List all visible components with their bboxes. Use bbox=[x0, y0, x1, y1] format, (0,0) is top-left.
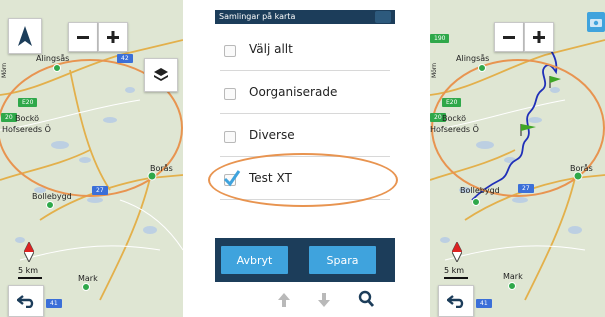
divider bbox=[220, 113, 390, 114]
list-item-label: Välj allt bbox=[249, 42, 293, 56]
scale-bar bbox=[444, 277, 468, 279]
divider bbox=[220, 70, 390, 71]
compass-icon[interactable] bbox=[452, 242, 462, 262]
back-button[interactable] bbox=[8, 285, 44, 317]
left-map-panel[interactable]: 42 E20 20 27 41 Alingsås Bockö Hofsereds… bbox=[0, 0, 183, 317]
save-button[interactable]: Spara bbox=[309, 246, 376, 274]
back-icon bbox=[447, 295, 464, 308]
arrow-up-icon[interactable] bbox=[277, 292, 291, 308]
list-item-label: Oorganiserade bbox=[249, 85, 338, 99]
highlight-ellipse-dialog bbox=[208, 153, 398, 207]
compass-icon[interactable] bbox=[24, 242, 34, 262]
search-icon[interactable] bbox=[358, 290, 374, 308]
map-scale: 5 km bbox=[18, 266, 39, 275]
scale-bar bbox=[18, 277, 42, 279]
checkbox[interactable] bbox=[224, 88, 236, 100]
right-map-panel[interactable]: 190 E20 20 27 41 Alingsås Bockö Hofsered… bbox=[430, 0, 605, 317]
map-scale: 5 km bbox=[444, 266, 465, 275]
cancel-button[interactable]: Avbryt bbox=[221, 246, 288, 274]
arrow-down-icon[interactable] bbox=[317, 292, 331, 308]
checkbox[interactable] bbox=[224, 45, 236, 57]
list-item-select-all[interactable]: Välj allt bbox=[215, 29, 395, 71]
camera-icon bbox=[375, 11, 391, 23]
dialog-title-bar: Samlingar på karta bbox=[215, 10, 395, 24]
list-item-label: Diverse bbox=[249, 128, 295, 142]
dialog-bottom-bar bbox=[215, 282, 395, 317]
list-item-misc[interactable]: Diverse bbox=[215, 115, 395, 157]
checkbox[interactable] bbox=[224, 131, 236, 143]
list-item-unorganized[interactable]: Oorganiserade bbox=[215, 72, 395, 114]
back-button[interactable] bbox=[438, 285, 474, 317]
back-icon bbox=[17, 295, 34, 308]
dialog-title: Samlingar på karta bbox=[219, 12, 296, 21]
dialog-footer: Avbryt Spara bbox=[215, 238, 395, 282]
